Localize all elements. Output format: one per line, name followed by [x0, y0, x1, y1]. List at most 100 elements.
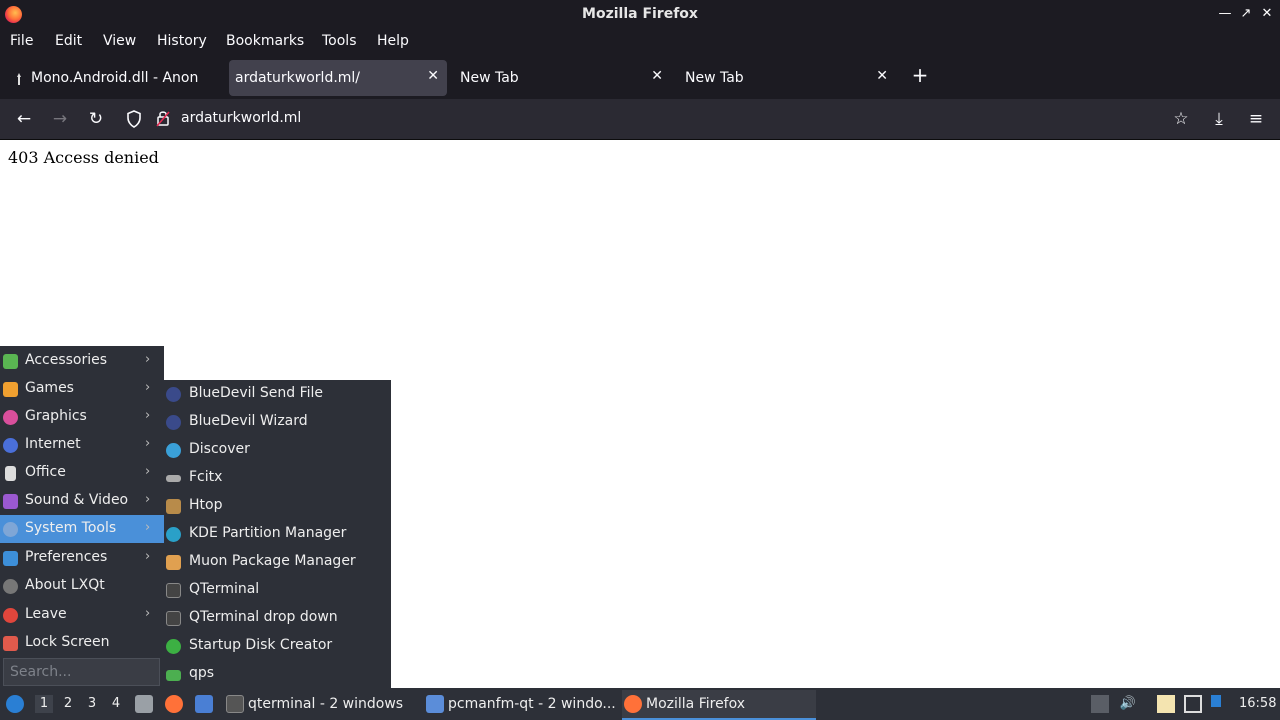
- app-qps[interactable]: qps: [164, 660, 391, 688]
- show-desktop-icon[interactable]: [135, 695, 153, 713]
- tracking-protection-shield-icon[interactable]: [126, 110, 142, 128]
- menu-category-system-tools[interactable]: System Tools ›: [0, 515, 164, 543]
- tab-mono-android[interactable]: Mono.Android.dll - AnonF: [4, 60, 224, 96]
- task-qterminal[interactable]: qterminal - 2 windows: [224, 690, 418, 720]
- menu-item-label: About LXQt: [25, 577, 105, 593]
- close-window-button[interactable]: ✕: [1258, 5, 1276, 23]
- terminal-icon: [166, 611, 181, 626]
- menu-category-label: Sound & Video: [25, 492, 129, 508]
- app-bluedevil-send-file[interactable]: BlueDevil Send File: [164, 380, 391, 408]
- lock-icon: [3, 636, 18, 651]
- tab-close-icon[interactable]: ✕: [651, 68, 663, 84]
- firefox-icon: [624, 695, 642, 713]
- menu-bookmarks[interactable]: Bookmarks: [226, 33, 304, 49]
- app-label: Htop: [189, 497, 223, 513]
- menu-category-leave[interactable]: Leave ›: [0, 601, 164, 629]
- app-label: QTerminal drop down: [189, 609, 338, 625]
- bluetooth-tray-icon[interactable]: [1211, 695, 1221, 707]
- menu-search-box[interactable]: [3, 658, 160, 686]
- tab-new-tab-1[interactable]: New Tab ✕: [453, 60, 671, 96]
- app-kde-partition-manager[interactable]: KDE Partition Manager: [164, 520, 391, 548]
- bookmark-star-icon[interactable]: ☆: [1169, 107, 1193, 131]
- chevron-right-icon: ›: [145, 380, 151, 395]
- menu-edit[interactable]: Edit: [55, 33, 82, 49]
- forward-button[interactable]: →: [48, 107, 72, 131]
- app-label: Fcitx: [189, 469, 223, 485]
- app-menu-button[interactable]: ≡: [1244, 107, 1268, 131]
- minimize-button[interactable]: —: [1216, 5, 1234, 23]
- desktop-switch-2[interactable]: 2: [59, 695, 77, 713]
- menu-help[interactable]: Help: [377, 33, 409, 49]
- tab-close-icon[interactable]: ✕: [427, 68, 439, 84]
- firefox-launcher-icon[interactable]: [165, 695, 183, 713]
- internet-icon: [3, 438, 18, 453]
- menu-category-accessories[interactable]: Accessories ›: [0, 347, 164, 375]
- reload-button[interactable]: ↻: [84, 107, 108, 131]
- new-tab-button[interactable]: +: [908, 63, 932, 87]
- downloads-button[interactable]: ⤓: [1207, 107, 1231, 131]
- tab-new-tab-2[interactable]: New Tab ✕: [678, 60, 896, 96]
- menu-category-label: Leave: [25, 606, 67, 622]
- app-discover[interactable]: Discover: [164, 436, 391, 464]
- desktop-switch-3[interactable]: 3: [83, 695, 101, 713]
- menu-category-sound-video[interactable]: Sound & Video ›: [0, 487, 164, 515]
- maximize-button[interactable]: ↗: [1237, 5, 1255, 23]
- menu-tools[interactable]: Tools: [322, 33, 357, 49]
- menu-history[interactable]: History: [157, 33, 207, 49]
- sound-video-icon: [3, 494, 18, 509]
- menu-item-lock-screen[interactable]: Lock Screen: [0, 629, 164, 657]
- chevron-right-icon: ›: [145, 549, 151, 564]
- menu-category-graphics[interactable]: Graphics ›: [0, 403, 164, 431]
- desktop-switch-4[interactable]: 4: [107, 695, 125, 713]
- terminal-icon: [226, 695, 244, 713]
- back-button[interactable]: ←: [12, 107, 36, 131]
- app-startup-disk-creator[interactable]: Startup Disk Creator: [164, 632, 391, 660]
- menu-category-label: Internet: [25, 436, 81, 452]
- tab-ardaturkworld[interactable]: ardaturkworld.ml/ ✕: [229, 60, 447, 96]
- app-qterminal-drop-down[interactable]: QTerminal drop down: [164, 604, 391, 632]
- menu-item-about-lxqt[interactable]: About LXQt: [0, 572, 164, 600]
- app-htop[interactable]: Htop: [164, 492, 391, 520]
- folder-icon: [166, 670, 181, 681]
- desktop-switch-1[interactable]: 1: [35, 695, 53, 713]
- menu-category-office[interactable]: Office ›: [0, 459, 164, 487]
- app-fcitx[interactable]: Fcitx: [164, 464, 391, 492]
- app-qterminal[interactable]: QTerminal: [164, 576, 391, 604]
- menu-category-label: Graphics: [25, 408, 87, 424]
- menu-category-games[interactable]: Games ›: [0, 375, 164, 403]
- menu-view[interactable]: View: [103, 33, 136, 49]
- main-menu-icon[interactable]: [6, 695, 24, 713]
- volume-icon[interactable]: 🔊: [1119, 695, 1137, 713]
- file-manager-launcher-icon[interactable]: [195, 695, 213, 713]
- menu-item-label: Lock Screen: [25, 634, 110, 650]
- insecure-lock-icon[interactable]: [156, 109, 170, 127]
- task-pcmanfm[interactable]: pcmanfm-qt - 2 windo...: [424, 690, 618, 720]
- tab-bar: Mono.Android.dll - AnonF ardaturkworld.m…: [0, 57, 1280, 99]
- clock[interactable]: 16:58: [1239, 696, 1276, 711]
- accessories-icon: [3, 354, 18, 369]
- menu-category-internet[interactable]: Internet ›: [0, 431, 164, 459]
- tab-label: ardaturkworld.ml/: [235, 70, 361, 86]
- partition-icon: [166, 527, 181, 542]
- menu-search-input[interactable]: [10, 663, 150, 681]
- display-icon[interactable]: [1184, 695, 1202, 713]
- menu-bar: File Edit View History Bookmarks Tools H…: [0, 29, 1280, 57]
- menu-file[interactable]: File: [10, 33, 33, 49]
- menu-category-preferences[interactable]: Preferences ›: [0, 544, 164, 572]
- leave-icon: [3, 608, 18, 623]
- tab-close-icon[interactable]: ✕: [876, 68, 888, 84]
- terminal-icon: [166, 583, 181, 598]
- clipboard-icon[interactable]: [1157, 695, 1175, 713]
- url-bar[interactable]: ardaturkworld.ml: [181, 110, 301, 126]
- app-muon-package-manager[interactable]: Muon Package Manager: [164, 548, 391, 576]
- tray-updates-icon[interactable]: [1091, 695, 1109, 713]
- tab-label: Mono.Android.dll - AnonF: [31, 70, 199, 86]
- folder-icon: [426, 695, 444, 713]
- chevron-right-icon: ›: [145, 520, 151, 535]
- app-label: KDE Partition Manager: [189, 525, 347, 541]
- task-firefox[interactable]: Mozilla Firefox: [622, 690, 816, 720]
- app-bluedevil-wizard[interactable]: BlueDevil Wizard: [164, 408, 391, 436]
- app-label: Discover: [189, 441, 250, 457]
- task-label: qterminal - 2 windows: [248, 696, 404, 712]
- app-label: Startup Disk Creator: [189, 637, 333, 653]
